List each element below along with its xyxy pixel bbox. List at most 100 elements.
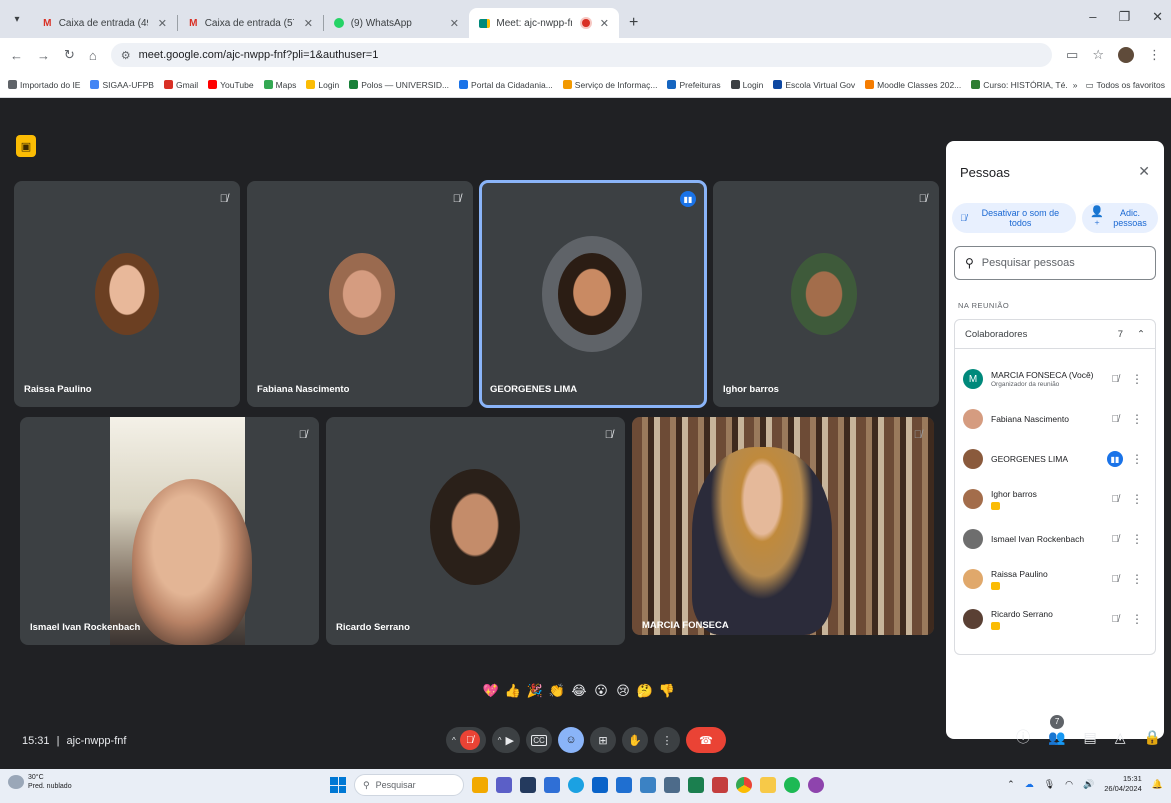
minimize-icon[interactable]: – bbox=[1089, 9, 1096, 25]
participant-tile[interactable]: 🎙̸ Raissa Paulino bbox=[14, 181, 240, 407]
bookmarks-overflow-button[interactable]: » bbox=[1073, 80, 1078, 90]
tab-gmail-1[interactable]: M Caixa de entrada (49) - mbf.ms ✕ bbox=[32, 8, 177, 38]
bookmark-item[interactable]: Serviço de Informaç... bbox=[562, 80, 657, 90]
captions-button[interactable]: CC bbox=[526, 727, 552, 753]
bookmark-item[interactable]: Maps bbox=[263, 80, 296, 90]
chat-icon[interactable]: ▤ bbox=[1084, 729, 1097, 746]
mute-all-button[interactable]: 🎙̸ Desativar o som de todos bbox=[952, 203, 1076, 233]
reload-icon[interactable]: ↻ bbox=[64, 47, 75, 63]
new-tab-button[interactable]: + bbox=[629, 14, 638, 32]
profile-avatar[interactable] bbox=[1118, 47, 1134, 63]
home-icon[interactable]: ⌂ bbox=[89, 48, 97, 63]
more-options-button[interactable]: ⋮ bbox=[654, 727, 680, 753]
spotify-icon[interactable] bbox=[784, 777, 800, 793]
app-icon[interactable] bbox=[640, 777, 656, 793]
mail-icon[interactable] bbox=[616, 777, 632, 793]
more-options-icon[interactable]: ⋮ bbox=[1131, 612, 1143, 626]
forward-arrow-icon[interactable]: → bbox=[37, 48, 50, 63]
store-icon[interactable] bbox=[592, 777, 608, 793]
app-icon[interactable] bbox=[712, 777, 728, 793]
close-icon[interactable]: ✕ bbox=[304, 17, 313, 30]
windows-start-icon[interactable] bbox=[330, 777, 346, 793]
recording-badge-icon[interactable]: ▣ bbox=[16, 135, 36, 157]
reaction-thumbs-up-icon[interactable]: 👍 bbox=[504, 682, 522, 700]
list-item[interactable]: GEORGENES LIMA ▮▮ ⋮ bbox=[955, 439, 1155, 479]
bookmark-item[interactable]: SIGAA-UFPB bbox=[90, 80, 154, 90]
reaction-surprised-icon[interactable]: 😮 bbox=[592, 682, 610, 700]
participant-tile-video[interactable]: 🎙̸ Ismael Ivan Rockenbach bbox=[20, 417, 319, 645]
bookmark-star-icon[interactable]: ☆ bbox=[1092, 47, 1104, 63]
close-icon[interactable]: ✕ bbox=[450, 17, 459, 30]
present-button[interactable]: ⊞ bbox=[590, 727, 616, 753]
reactions-button[interactable]: ☺ bbox=[558, 727, 584, 753]
more-options-icon[interactable]: ⋮ bbox=[1131, 572, 1143, 586]
close-panel-icon[interactable]: ✕ bbox=[1138, 163, 1150, 180]
mic-off-icon[interactable]: 🎙̸ bbox=[1112, 374, 1120, 385]
mic-icon[interactable]: 🎙 bbox=[1044, 779, 1055, 790]
mic-off-icon[interactable]: 🎙̸ bbox=[1112, 614, 1120, 625]
restore-icon[interactable]: ❐ bbox=[1118, 9, 1130, 25]
mic-off-icon[interactable]: 🎙̸ bbox=[1112, 574, 1120, 585]
add-people-button[interactable]: 👤⁺ Adic. pessoas bbox=[1082, 203, 1158, 233]
mic-off-icon[interactable]: 🎙̸ bbox=[1112, 494, 1120, 505]
more-options-icon[interactable]: ⋮ bbox=[1131, 532, 1143, 546]
app-icon[interactable] bbox=[808, 777, 824, 793]
people-button[interactable]: 7 👥 bbox=[1048, 714, 1066, 746]
list-item[interactable]: M MARCIA FONSECA (Você) Organizador da re… bbox=[955, 359, 1155, 399]
reaction-thinking-icon[interactable]: 🤔 bbox=[636, 682, 654, 700]
close-icon[interactable]: ✕ bbox=[600, 17, 609, 30]
more-options-icon[interactable]: ⋮ bbox=[1131, 412, 1143, 426]
edge-icon[interactable] bbox=[568, 777, 584, 793]
app-icon[interactable] bbox=[544, 777, 560, 793]
participant-tile[interactable]: 🎙̸ Fabiana Nascimento bbox=[247, 181, 473, 407]
app-icon[interactable] bbox=[688, 777, 704, 793]
bookmark-item[interactable]: Moodle Classes 202... bbox=[865, 80, 961, 90]
more-options-icon[interactable]: ⋮ bbox=[1131, 372, 1143, 386]
reaction-laugh-icon[interactable]: 😂 bbox=[570, 682, 588, 700]
reaction-thumbs-down-icon[interactable]: 👎 bbox=[658, 682, 676, 700]
participant-tile[interactable]: 🎙̸ Ighor barros bbox=[713, 181, 939, 407]
bookmark-item[interactable]: Login bbox=[730, 80, 763, 90]
reaction-heart-icon[interactable]: 💖 bbox=[482, 682, 500, 700]
reaction-clap-icon[interactable]: 👏 bbox=[548, 682, 566, 700]
teams-icon[interactable] bbox=[496, 777, 512, 793]
file-explorer-icon[interactable] bbox=[760, 777, 776, 793]
participant-tile-video[interactable]: 🎙̸ MARCIA FONSECA bbox=[632, 417, 934, 635]
tab-gmail-2[interactable]: M Caixa de entrada (57) - marcia ✕ bbox=[178, 8, 323, 38]
participant-tile[interactable]: 🎙̸ Ricardo Serrano bbox=[326, 417, 625, 645]
tab-whatsapp[interactable]: (9) WhatsApp ✕ bbox=[324, 8, 469, 38]
tab-list-chevron-icon[interactable]: ▾ bbox=[6, 8, 28, 30]
tab-meet[interactable]: Meet: ajc-nwpp-fnf ✕ bbox=[469, 8, 619, 38]
list-item[interactable]: Fabiana Nascimento 🎙̸ ⋮ bbox=[955, 399, 1155, 439]
chrome-icon[interactable] bbox=[736, 777, 752, 793]
activities-icon[interactable]: ◬ bbox=[1115, 729, 1126, 746]
participant-tile-speaking[interactable]: ▮▮ GEORGENES LIMA bbox=[479, 180, 707, 408]
list-item[interactable]: Ighor barros 🎙̸ ⋮ bbox=[955, 479, 1155, 519]
list-item[interactable]: Ismael Ivan Rockenbach 🎙̸ ⋮ bbox=[955, 519, 1155, 559]
task-view-icon[interactable] bbox=[520, 777, 536, 793]
site-settings-icon[interactable]: ⚙ bbox=[121, 49, 131, 62]
widgets-icon[interactable] bbox=[472, 777, 488, 793]
taskbar-search-input[interactable]: ⚲ Pesquisar bbox=[354, 774, 464, 796]
mic-off-icon[interactable]: 🎙̸ bbox=[1112, 534, 1120, 545]
cloud-sync-icon[interactable]: ☁ bbox=[1025, 779, 1034, 790]
url-bar[interactable]: ⚙ meet.google.com/ajc-nwpp-fnf?pli=1&aut… bbox=[110, 43, 1053, 67]
bookmark-item[interactable]: Polos — UNIVERSID... bbox=[349, 80, 449, 90]
list-item[interactable]: Raissa Paulino 🎙̸ ⋮ bbox=[955, 559, 1155, 599]
bookmark-item[interactable]: Login bbox=[306, 80, 339, 90]
volume-icon[interactable]: 🔊 bbox=[1083, 779, 1094, 790]
bookmark-item[interactable]: Importado do IE bbox=[8, 80, 80, 90]
back-arrow-icon[interactable]: ← bbox=[10, 48, 23, 63]
more-options-icon[interactable]: ⋮ bbox=[1131, 492, 1143, 506]
raise-hand-button[interactable]: ✋ bbox=[622, 727, 648, 753]
weather-widget[interactable]: 30°C Pred. nublado bbox=[8, 773, 72, 791]
close-window-icon[interactable]: ✕ bbox=[1152, 9, 1163, 25]
notifications-icon[interactable]: 🔔 bbox=[1152, 779, 1163, 790]
close-icon[interactable]: ✕ bbox=[158, 17, 167, 30]
leave-call-button[interactable]: ☎ bbox=[686, 727, 726, 753]
all-favorites-folder[interactable]: ▭ Todos os favoritos bbox=[1085, 80, 1165, 91]
clock[interactable]: 15:31 26/04/2024 bbox=[1104, 774, 1142, 794]
host-controls-icon[interactable]: 🔒 bbox=[1144, 729, 1161, 746]
more-options-icon[interactable]: ⋮ bbox=[1131, 452, 1143, 466]
cast-icon[interactable]: ▭ bbox=[1066, 47, 1078, 63]
